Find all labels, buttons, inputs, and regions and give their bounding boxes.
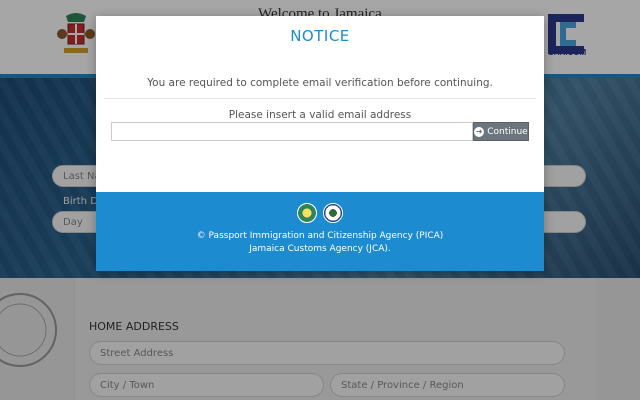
notice-modal: NOTICE You are required to complete emai…	[96, 16, 544, 271]
footer-copyright: © Passport Immigration and Citizenship A…	[196, 231, 444, 241]
email-label: Please insert a valid email address	[228, 109, 412, 121]
modal-footer: © Passport Immigration and Citizenship A…	[96, 192, 544, 271]
email-input[interactable]	[111, 122, 473, 141]
arrow-right-circle-icon: ➜	[474, 126, 485, 137]
modal-title: NOTICE	[290, 27, 350, 45]
modal-message: You are required to complete email verif…	[147, 77, 493, 89]
continue-button[interactable]: ➜ Continue	[473, 122, 529, 141]
continue-label: Continue	[487, 126, 528, 137]
jca-logo	[323, 203, 343, 223]
pica-logo	[297, 203, 317, 223]
footer-agency: Jamaica Customs Agency (JCA).	[249, 244, 391, 254]
modal-divider	[104, 98, 536, 99]
